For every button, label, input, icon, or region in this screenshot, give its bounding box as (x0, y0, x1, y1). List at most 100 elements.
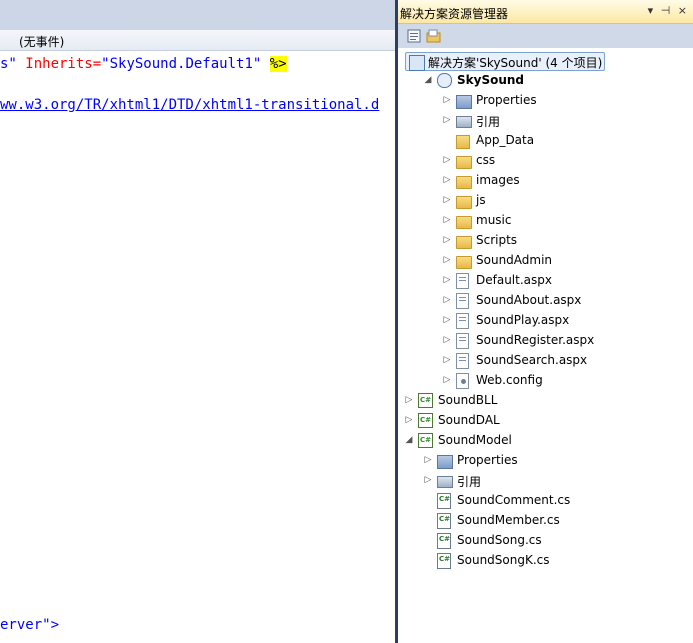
aspx-page-icon (456, 313, 469, 329)
code-line-inherits[interactable]: s" Inherits="SkySound.Default1" %> (0, 55, 287, 73)
tree-item-label: SoundModel (438, 433, 512, 447)
tree-item-label: 引用 (476, 115, 501, 129)
folder-icon (456, 176, 472, 189)
editor-header (0, 0, 395, 30)
tree-item-label: SoundSongK.cs (457, 553, 550, 567)
show-all-files-icon[interactable] (426, 28, 442, 44)
expand-arrow-icon[interactable]: ▷ (442, 235, 452, 245)
tree-item-label: SoundSearch.aspx (476, 353, 588, 367)
tree-item-label: SoundBLL (438, 393, 498, 407)
expand-arrow-icon[interactable]: ▷ (442, 155, 452, 165)
tree-item[interactable]: ▷ Default.aspx (398, 271, 693, 291)
csharp-project-icon (418, 413, 433, 428)
expand-arrow-icon[interactable]: ▷ (442, 315, 452, 325)
expand-arrow-icon[interactable]: ▷ (442, 275, 452, 285)
tree-item-label: Web.config (476, 373, 543, 387)
cs-file-icon (437, 513, 451, 529)
tree-item[interactable]: App_Data (398, 131, 693, 151)
code-line-doctype-url[interactable]: ww.w3.org/TR/xhtml1/DTD/xhtml1-transitio… (0, 96, 379, 114)
cs-file-icon (437, 553, 451, 569)
tree-item[interactable]: ▷ SoundPlay.aspx (398, 311, 693, 331)
tree-item[interactable]: ▷ SoundBLL (398, 391, 693, 411)
collapse-arrow-icon[interactable]: ◢ (404, 435, 414, 445)
tree-item[interactable]: ▷ SoundRegister.aspx (398, 331, 693, 351)
code-editor[interactable]: (无事件) s" Inherits="SkySound.Default1" %>… (0, 0, 395, 643)
web-project-icon (437, 73, 452, 88)
csharp-project-icon (418, 393, 433, 408)
tree-item[interactable]: ▷ images (398, 171, 693, 191)
tree-item[interactable]: SoundComment.cs (398, 491, 693, 511)
tree-item-label: Properties (476, 93, 537, 107)
tree-item[interactable]: ▷ 引用 (398, 111, 693, 131)
expand-arrow-icon[interactable]: ▷ (442, 215, 452, 225)
solution-explorer-titlebar: 解决方案资源管理器 ▾ ⊣ × (398, 0, 693, 24)
tree-item[interactable]: ▷ Properties (398, 91, 693, 111)
references-icon (456, 116, 472, 128)
tree-item[interactable]: ▷ SoundAdmin (398, 251, 693, 271)
tree-item-label: SoundDAL (438, 413, 500, 427)
solution-explorer-title: 解决方案资源管理器 (400, 7, 509, 21)
expand-arrow-icon[interactable]: ▷ (442, 295, 452, 305)
tree-item[interactable]: ▷ SoundDAL (398, 411, 693, 431)
folder-icon (456, 236, 472, 249)
solution-icon (409, 55, 425, 71)
expand-arrow-icon[interactable]: ▷ (423, 475, 433, 485)
expand-arrow-icon[interactable]: ▷ (442, 115, 452, 125)
properties-icon[interactable] (406, 28, 422, 44)
aspx-page-icon (456, 353, 469, 369)
tree-item[interactable]: ◢ SoundModel (398, 431, 693, 451)
folder-icon (456, 196, 472, 209)
tree-item[interactable]: ▷ Web.config (398, 371, 693, 391)
solution-label: 解决方案'SkySound' (4 个项目) (428, 56, 603, 70)
expand-arrow-icon[interactable]: ▷ (442, 355, 452, 365)
tree-item-label: Default.aspx (476, 273, 552, 287)
tree-item[interactable]: SoundSongK.cs (398, 551, 693, 571)
tree-item-label: SoundRegister.aspx (476, 333, 595, 347)
events-dropdown[interactable]: (无事件) (0, 30, 395, 51)
tree-item-label: SoundMember.cs (457, 513, 560, 527)
app-data-folder-icon (456, 135, 470, 149)
tree-item[interactable]: ▷ SoundSearch.aspx (398, 351, 693, 371)
properties-icon (456, 95, 472, 109)
tree-item[interactable]: ▷ css (398, 151, 693, 171)
tree-item[interactable]: ▷ js (398, 191, 693, 211)
tree-item-label: 引用 (457, 475, 482, 489)
tree-item[interactable]: ▷ Properties (398, 451, 693, 471)
tree-item[interactable]: SoundSong.cs (398, 531, 693, 551)
code-line-runat-server[interactable]: erver"> (0, 616, 59, 634)
tree-item-label: music (476, 213, 512, 227)
tree-item-label: SoundAbout.aspx (476, 293, 582, 307)
aspx-page-icon (456, 333, 469, 349)
solution-node[interactable]: 解决方案'SkySound' (4 个项目) (405, 52, 605, 71)
tree-item[interactable]: ▷ 引用 (398, 471, 693, 491)
solution-explorer: 解决方案资源管理器 ▾ ⊣ × 解决方案'SkySound' (4 个项目) ◢… (398, 0, 693, 643)
expand-arrow-icon[interactable]: ▷ (442, 255, 452, 265)
expand-arrow-icon[interactable]: ▷ (442, 175, 452, 185)
cs-file-icon (437, 533, 451, 549)
expand-arrow-icon[interactable]: ▷ (404, 395, 414, 405)
tree-item-label: SoundPlay.aspx (476, 313, 570, 327)
references-icon (437, 476, 453, 488)
tree-item[interactable]: ▷ Scripts (398, 231, 693, 251)
collapse-arrow-icon[interactable]: ◢ (423, 75, 433, 85)
tree-item-label: SkySound (457, 73, 525, 87)
tree-item-label: SoundComment.cs (457, 493, 571, 507)
expand-arrow-icon[interactable]: ▷ (404, 415, 414, 425)
window-buttons[interactable]: ▾ ⊣ × (648, 4, 689, 17)
expand-arrow-icon[interactable]: ▷ (442, 335, 452, 345)
tree-item[interactable]: ▷ SoundAbout.aspx (398, 291, 693, 311)
solution-explorer-toolbar (398, 24, 693, 48)
expand-arrow-icon[interactable]: ▷ (442, 95, 452, 105)
expand-arrow-icon[interactable]: ▷ (423, 455, 433, 465)
folder-icon (456, 216, 472, 229)
tree-item-label: App_Data (476, 133, 535, 147)
tree-item[interactable]: SoundMember.cs (398, 511, 693, 531)
csharp-project-icon (418, 433, 433, 448)
cs-file-icon (437, 493, 451, 509)
expand-arrow-icon[interactable]: ▷ (442, 375, 452, 385)
tree-item[interactable]: ▷ music (398, 211, 693, 231)
tree-item[interactable]: ◢ SkySound (398, 71, 693, 91)
properties-icon (437, 455, 453, 469)
tree-item-label: SoundAdmin (476, 253, 553, 267)
expand-arrow-icon[interactable]: ▷ (442, 195, 452, 205)
